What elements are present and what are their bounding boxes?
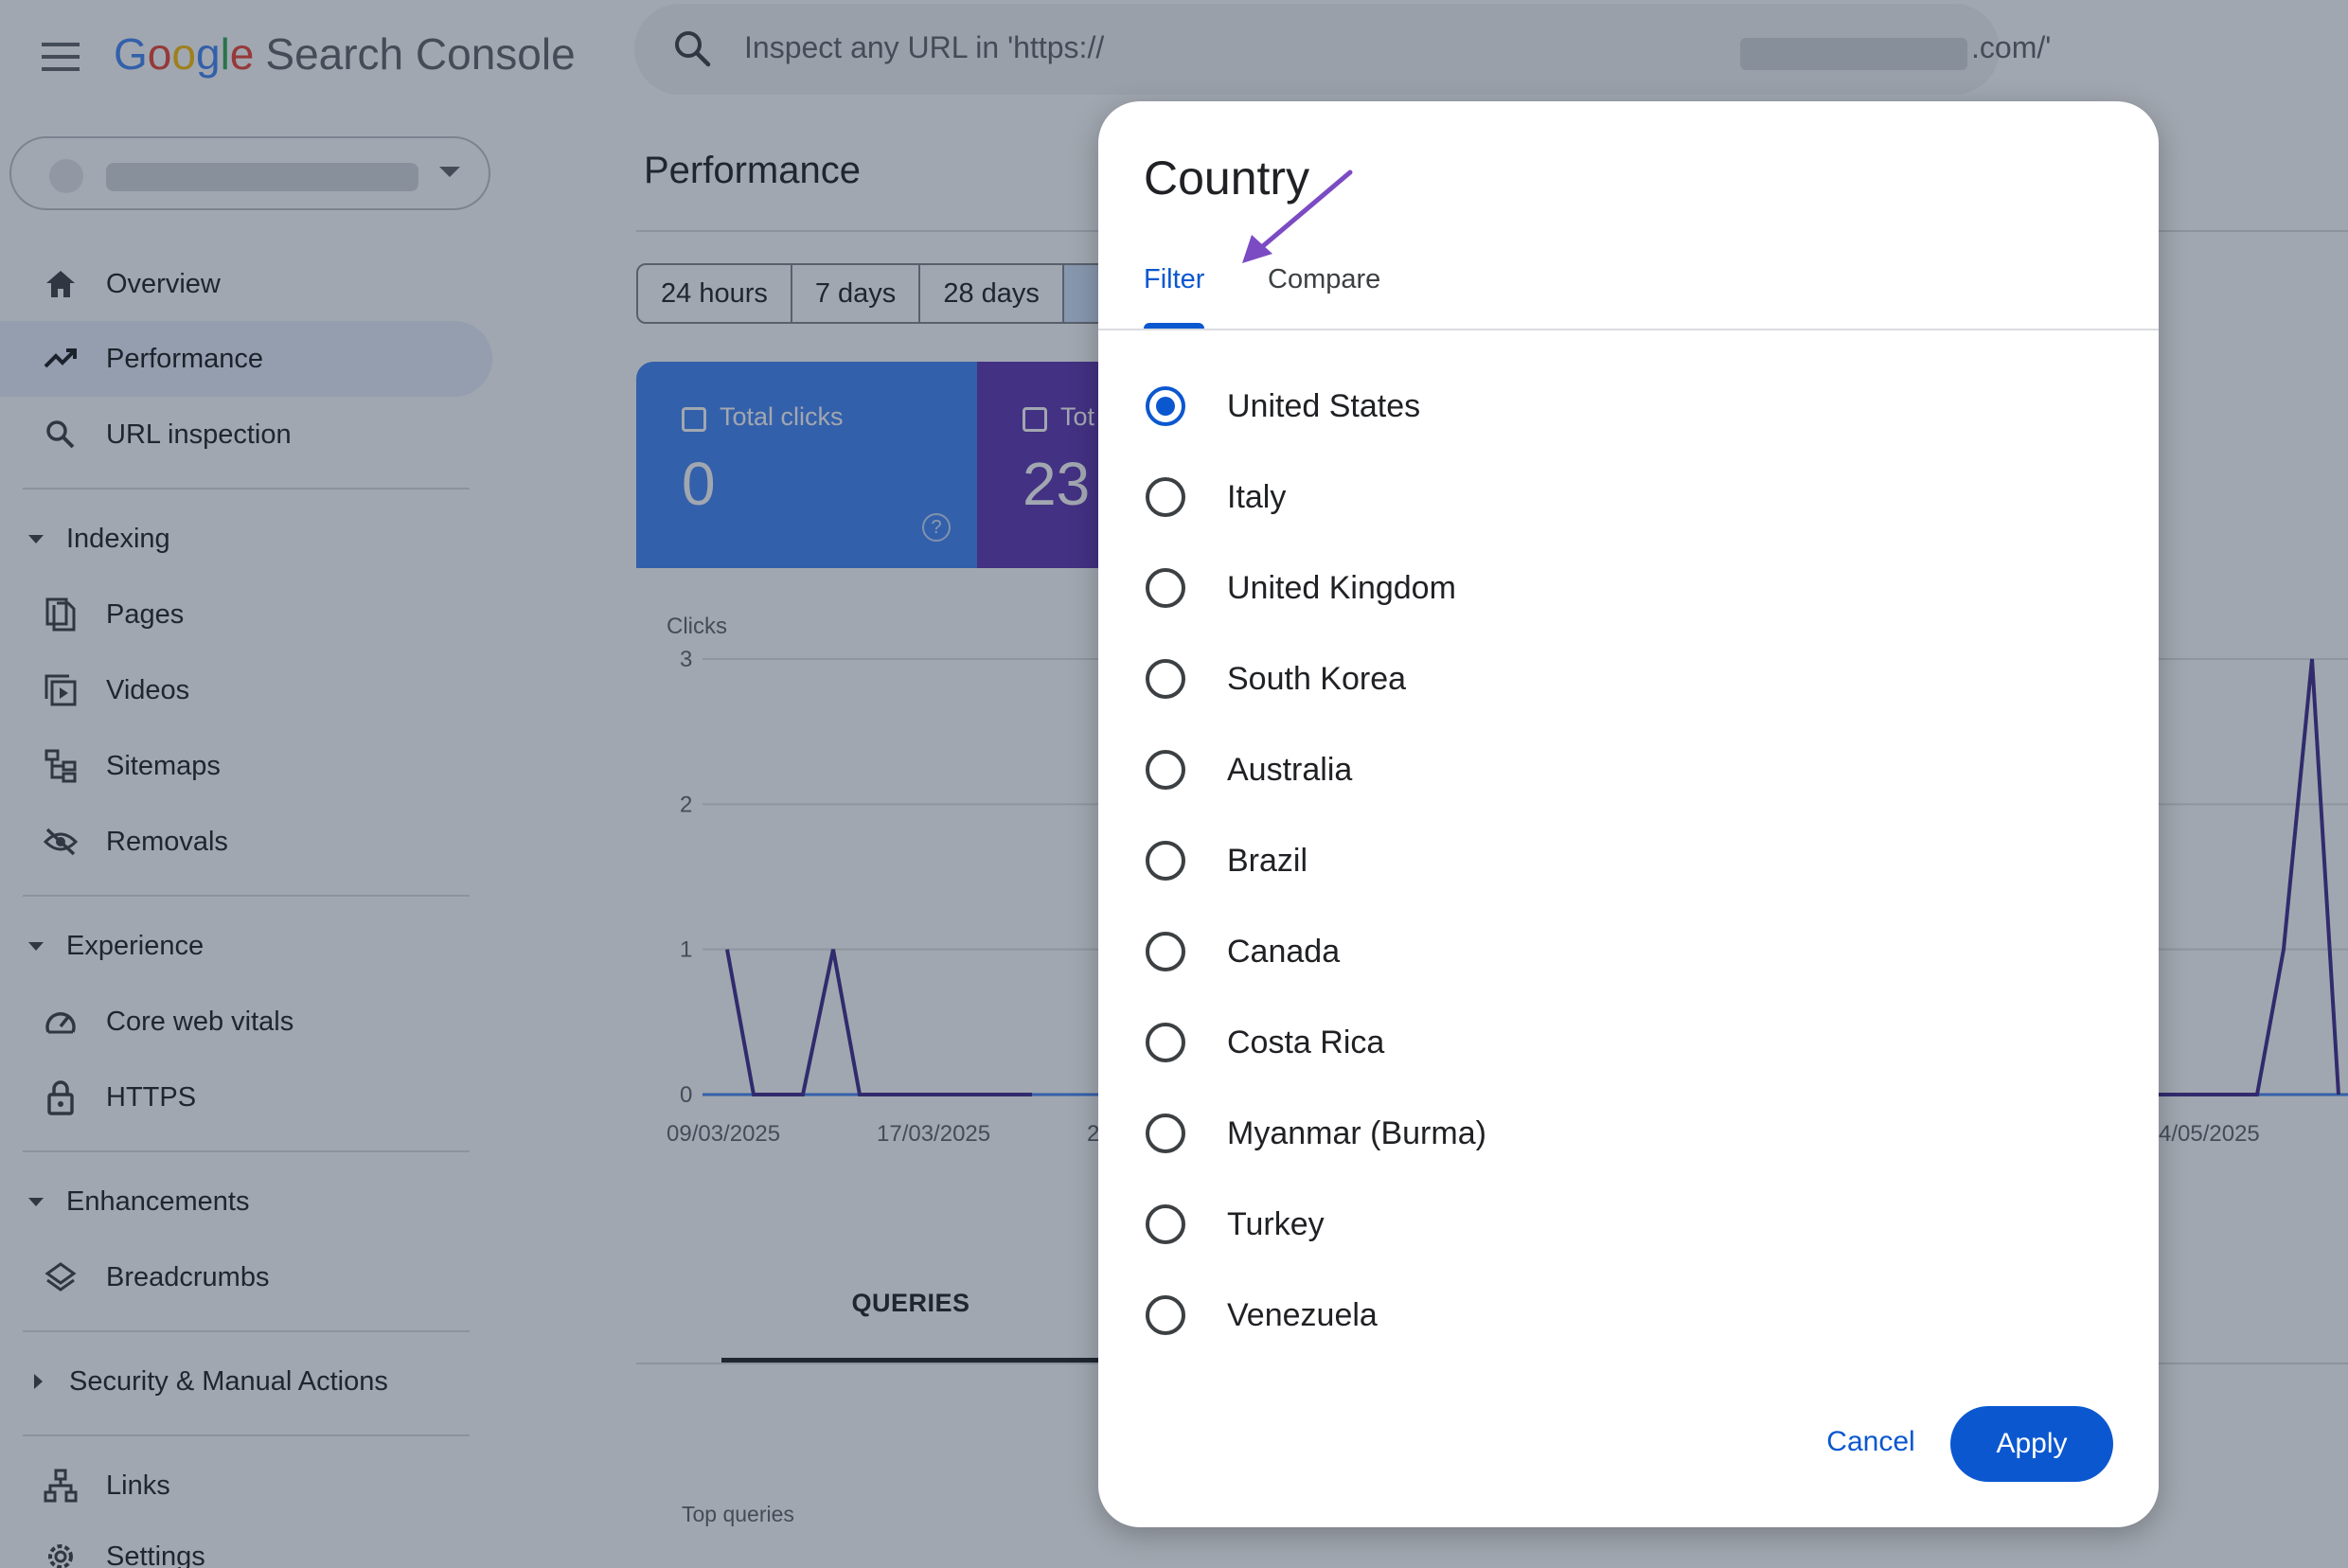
country-option[interactable]: Myanmar (Burma): [1140, 1096, 2087, 1171]
country-option[interactable]: United Kingdom: [1140, 550, 2087, 626]
radio-button[interactable]: [1146, 659, 1185, 699]
country-option[interactable]: Costa Rica: [1140, 1005, 2087, 1080]
country-option[interactable]: South Korea: [1140, 641, 2087, 717]
radio-button[interactable]: [1146, 1023, 1185, 1062]
country-option[interactable]: Australia: [1140, 732, 2087, 808]
radio-button[interactable]: [1146, 932, 1185, 971]
radio-button[interactable]: [1146, 1204, 1185, 1244]
country-option[interactable]: Venezuela: [1140, 1277, 2087, 1353]
country-option[interactable]: Turkey: [1140, 1186, 2087, 1262]
radio-button[interactable]: [1146, 750, 1185, 790]
radio-button[interactable]: [1146, 568, 1185, 608]
country-option[interactable]: Brazil: [1140, 823, 2087, 899]
radio-button[interactable]: [1146, 477, 1185, 517]
cancel-button[interactable]: Cancel: [1799, 1404, 1943, 1480]
apply-button[interactable]: Apply: [1950, 1406, 2113, 1482]
annotation-arrow-icon: [1242, 169, 1353, 263]
dialog-tabs-divider: [1098, 329, 2159, 330]
country-filter-dialog: Country Filter Compare United States Ita…: [1098, 101, 2159, 1527]
radio-button[interactable]: [1146, 841, 1185, 881]
country-option[interactable]: Italy: [1140, 459, 2087, 535]
country-option[interactable]: United States: [1140, 368, 2087, 444]
country-option[interactable]: Canada: [1140, 914, 2087, 989]
radio-button[interactable]: [1146, 1114, 1185, 1153]
radio-button-checked[interactable]: [1146, 386, 1185, 426]
tab-filter[interactable]: Filter: [1144, 264, 1204, 295]
radio-button[interactable]: [1146, 1295, 1185, 1335]
